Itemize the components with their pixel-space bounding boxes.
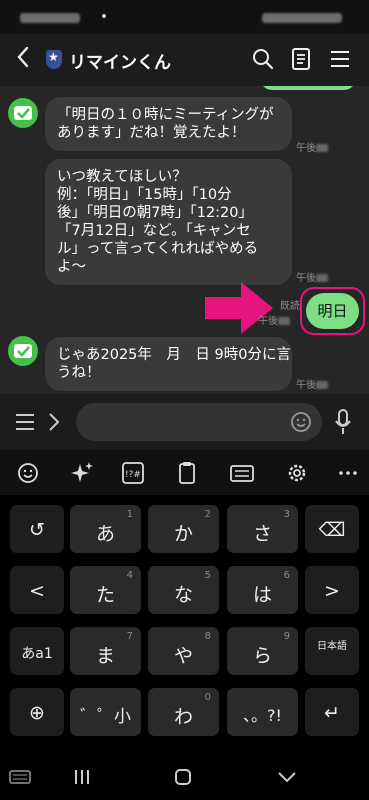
- message-time: 午後: [296, 376, 328, 391]
- keyboard-toolbar: !?#: [0, 450, 369, 495]
- home-icon[interactable]: [173, 767, 193, 787]
- message-line: うね！: [57, 365, 101, 381]
- emoji-icon[interactable]: [13, 458, 43, 488]
- checkmark-icon: [14, 344, 32, 358]
- ai-sparkle-icon[interactable]: [67, 458, 97, 488]
- key-dakuten[interactable]: ゛゜小: [70, 688, 141, 736]
- key-left[interactable]: <: [10, 566, 64, 614]
- keyboard-mode-icon[interactable]: [227, 458, 257, 488]
- recent-apps-icon[interactable]: [72, 768, 92, 786]
- key-undo[interactable]: ↺: [10, 505, 64, 553]
- message-line: 「明日の１０時にミーティングが: [57, 107, 274, 123]
- read-receipt: 既読: [280, 301, 300, 312]
- key-backspace[interactable]: ⌫: [305, 505, 359, 553]
- status-bar: [0, 0, 369, 34]
- previous-user-bubble: [260, 86, 356, 90]
- highlight-frame: [300, 287, 365, 335]
- key-na-row[interactable]: 5な: [148, 566, 219, 614]
- key-punctuation[interactable]: 、。?!: [227, 688, 298, 736]
- input-bar: [0, 394, 369, 450]
- menu-toggle-icon[interactable]: [14, 411, 36, 433]
- key-enter[interactable]: ↵: [305, 688, 359, 736]
- key-ta-row[interactable]: 4た: [70, 566, 141, 614]
- bot-avatar[interactable]: [8, 336, 38, 366]
- clipboard-icon[interactable]: [172, 458, 202, 488]
- message-time: 午後: [296, 139, 328, 154]
- back-down-icon[interactable]: [277, 768, 297, 786]
- settings-icon[interactable]: [282, 458, 312, 488]
- status-icons-blurred: [262, 13, 342, 23]
- chat-header: リマインくん: [0, 34, 369, 86]
- message-line: よ〜: [57, 259, 86, 275]
- back-icon[interactable]: [16, 46, 30, 74]
- search-icon[interactable]: [249, 45, 277, 73]
- keyboard: ↺ 1あ 2か 3さ ⌫ < 4た 5な 6は > あa1 7ま 8や 9ら 日…: [0, 495, 369, 755]
- notification-dot-icon: [102, 14, 106, 18]
- message-line: 例：「明日」「15時」「10分: [57, 187, 232, 203]
- navigation-bar: [0, 755, 369, 800]
- key-sa-row[interactable]: 3さ: [227, 505, 298, 553]
- message-time: 午後: [258, 312, 290, 327]
- message-line: 後」「明日の朝7時」「12:20」: [57, 205, 254, 221]
- microphone-icon[interactable]: [333, 408, 353, 436]
- key-mode-switch[interactable]: あa1: [10, 627, 64, 675]
- key-ya-row[interactable]: 8や: [148, 627, 219, 675]
- key-a-row[interactable]: 1あ: [70, 505, 141, 553]
- note-icon[interactable]: [287, 45, 315, 73]
- message-time: 午後: [296, 269, 328, 284]
- svg-text:!?#: !?#: [125, 470, 141, 480]
- message-line: 「7月12日」など。「キャンセ: [57, 223, 251, 239]
- chat-title[interactable]: リマインくん: [69, 48, 171, 73]
- bot-avatar[interactable]: [8, 98, 38, 128]
- key-ha-row[interactable]: 6は: [227, 566, 298, 614]
- message-bubble: いつ教えてほしい？ 例：「明日」「15時」「10分 後」「明日の朝7時」「12:…: [45, 159, 292, 285]
- menu-icon[interactable]: [326, 45, 354, 73]
- symbols-icon[interactable]: !?#: [118, 458, 148, 488]
- shield-star-icon: [46, 50, 62, 69]
- expand-arrow-icon[interactable]: [46, 411, 62, 433]
- emoji-icon[interactable]: [290, 411, 312, 433]
- chat-area[interactable]: 「明日の１０時にミーティングが あります」だね！覚えたよ！ 午後 いつ教えてほし…: [0, 86, 369, 394]
- more-icon[interactable]: [333, 458, 363, 488]
- message-line: あります」だね！覚えたよ！: [57, 125, 246, 141]
- key-ka-row[interactable]: 2か: [148, 505, 219, 553]
- checkmark-icon: [14, 106, 32, 120]
- message-line: ル」って言ってくれればやめる: [57, 241, 259, 257]
- key-language[interactable]: 日本語: [305, 627, 359, 675]
- key-wa-row[interactable]: 0わ: [148, 688, 219, 736]
- message-bubble: じゃあ2025年 月 日 9時0分に言 うね！: [45, 337, 292, 391]
- status-time-blurred: [20, 13, 80, 23]
- message-line: いつ教えてほしい？: [57, 169, 187, 185]
- message-line: じゃあ2025年 月 日 9時0分に言: [57, 347, 291, 363]
- keyboard-hide-icon[interactable]: [8, 767, 32, 787]
- message-input[interactable]: [76, 403, 322, 441]
- message-bubble: 「明日の１０時にミーティングが あります」だね！覚えたよ！: [45, 97, 292, 151]
- key-right[interactable]: >: [305, 566, 359, 614]
- key-ra-row[interactable]: 9ら: [227, 627, 298, 675]
- key-globe[interactable]: ⊕: [10, 688, 64, 736]
- key-ma-row[interactable]: 7ま: [70, 627, 141, 675]
